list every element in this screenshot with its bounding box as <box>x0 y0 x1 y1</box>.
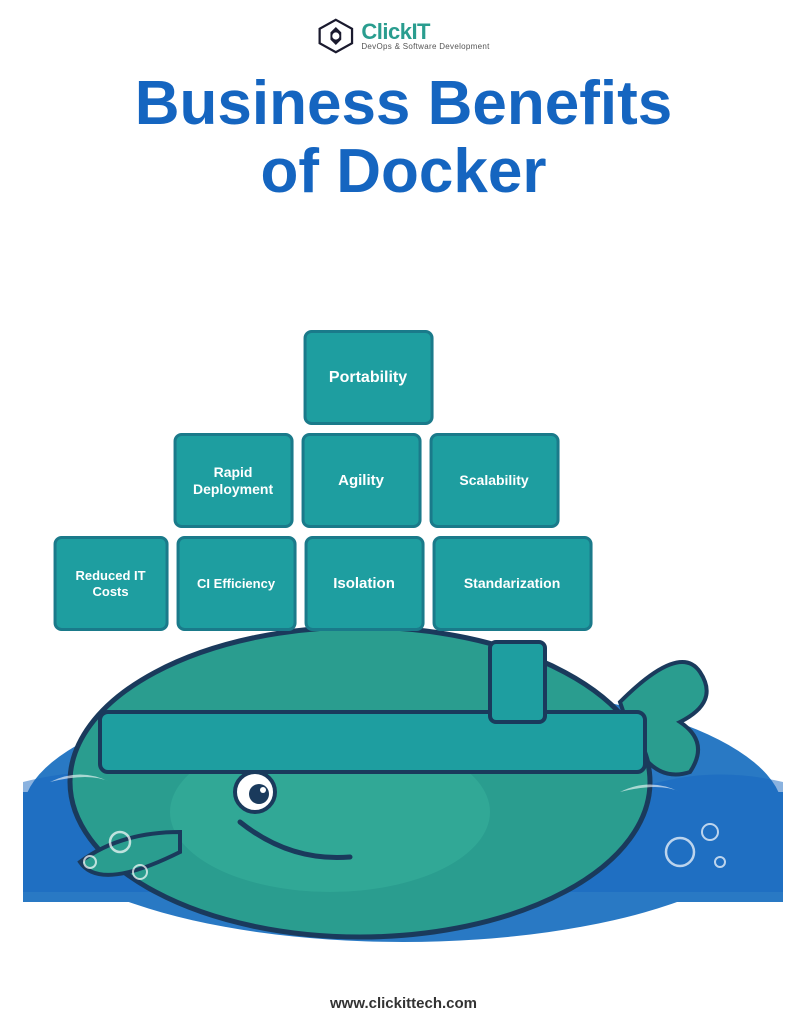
title-line1: Business Benefits <box>60 70 747 138</box>
box-row-2: Rapid Deployment Agility Scalability <box>173 433 559 528</box>
box-row-1: Portability <box>303 330 433 425</box>
logo-tagline: DevOps & Software Development <box>361 43 489 51</box>
box-scalability: Scalability <box>429 433 559 528</box>
logo-name-part1: Click <box>361 19 411 44</box>
logo-area: ClickIT DevOps & Software Development <box>317 18 489 54</box>
cargo-boxes-area: Portability Rapid Deployment Agility Sca… <box>173 330 592 631</box>
footer-url: www.clickittech.com <box>0 995 807 1012</box>
logo-name: ClickIT <box>361 21 489 43</box>
logo-text-block: ClickIT DevOps & Software Development <box>361 21 489 51</box>
box-isolation: Isolation <box>304 536 424 631</box>
page-container: ClickIT DevOps & Software Development Bu… <box>0 0 807 1024</box>
box-row-3: Reduced IT Costs CI Efficiency Isolation… <box>53 536 592 631</box>
title-line2: of Docker <box>60 138 747 206</box>
box-rapid-deployment: Rapid Deployment <box>173 433 293 528</box>
main-title: Business Benefits of Docker <box>0 70 807 206</box>
box-agility: Agility <box>301 433 421 528</box>
whale-scene: Portability Rapid Deployment Agility Sca… <box>0 280 807 974</box>
clickit-logo-icon <box>317 18 353 54</box>
box-standarization: Standarization <box>432 536 592 631</box>
box-ci-efficiency: CI Efficiency <box>176 536 296 631</box>
logo-name-part2: IT <box>411 19 430 44</box>
box-reduced-costs: Reduced IT Costs <box>53 536 168 631</box>
box-portability: Portability <box>303 330 433 425</box>
